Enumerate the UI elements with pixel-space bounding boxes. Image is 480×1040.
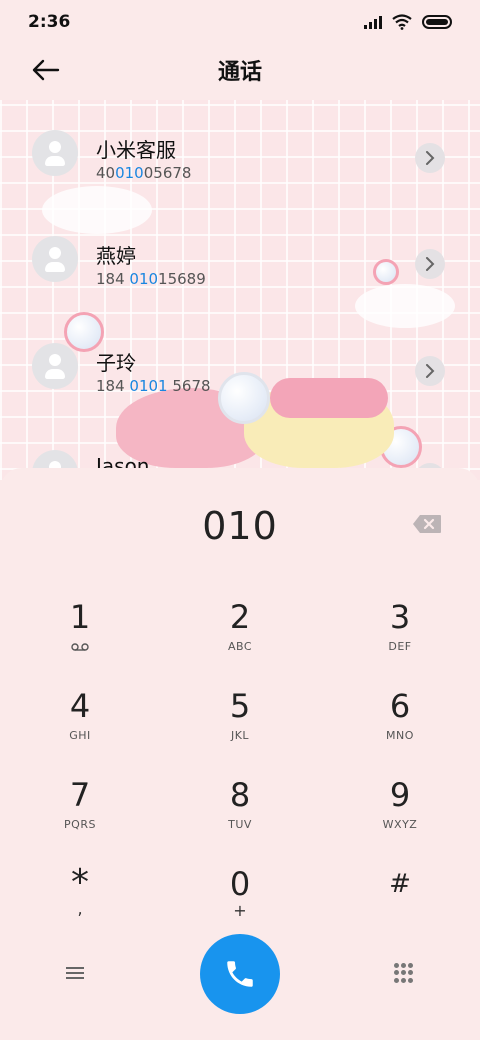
contact-row[interactable]: 燕婷 184 01015689 xyxy=(0,206,480,312)
app-header: 通话 xyxy=(0,44,480,96)
key-letters: ABC xyxy=(227,640,253,653)
key-letters: + xyxy=(233,901,247,920)
key-letters: DEF xyxy=(388,640,412,653)
key-8[interactable]: 8 TUV xyxy=(170,776,310,856)
call-button[interactable] xyxy=(200,934,280,1014)
key-letters: TUV xyxy=(228,818,252,831)
key-digit: 9 xyxy=(389,776,411,814)
chevron-right-icon xyxy=(426,151,435,165)
battery-icon xyxy=(422,15,452,29)
status-time: 2:36 xyxy=(28,12,71,32)
contact-row[interactable]: Jason xyxy=(0,420,480,472)
key-digit: 2 xyxy=(229,598,251,636)
contact-suggestions: 小米客服 4001005678 燕婷 184 01015689 子玲 184 0… xyxy=(0,100,480,472)
key-digit: 7 xyxy=(69,776,91,814)
contact-detail-button[interactable] xyxy=(415,356,445,386)
menu-icon[interactable] xyxy=(66,964,90,984)
contact-number: 4001005678 xyxy=(96,164,192,182)
avatar xyxy=(32,130,78,176)
key-digit: 5 xyxy=(229,687,251,725)
status-icons xyxy=(364,14,452,30)
key-star[interactable]: * , xyxy=(10,865,150,945)
key-3[interactable]: 3 DEF xyxy=(330,598,470,678)
key-letters: WXYZ xyxy=(382,818,418,831)
contact-detail-button[interactable] xyxy=(415,249,445,279)
bottom-bar xyxy=(0,934,480,1014)
contact-name: 子玲 xyxy=(96,351,136,375)
key-letters: , xyxy=(77,899,83,918)
key-7[interactable]: 7 PQRS xyxy=(10,776,150,856)
status-bar: 2:36 xyxy=(0,0,480,44)
phone-icon xyxy=(227,961,253,987)
key-0[interactable]: 0 + xyxy=(170,865,310,945)
key-hash[interactable]: # xyxy=(330,865,470,945)
key-digit: 1 xyxy=(69,598,91,636)
contact-name: 小米客服 xyxy=(96,138,176,162)
avatar xyxy=(32,343,78,389)
key-digit: 4 xyxy=(69,687,91,725)
contact-row[interactable]: 子玲 184 0101 5678 xyxy=(0,313,480,419)
chevron-right-icon xyxy=(426,364,435,378)
chevron-right-icon xyxy=(426,257,435,271)
contact-row[interactable]: 小米客服 4001005678 xyxy=(0,100,480,206)
key-2[interactable]: 2 ABC xyxy=(170,598,310,678)
contact-number: 184 0101 5678 xyxy=(96,377,211,395)
key-5[interactable]: 5 JKL xyxy=(170,687,310,767)
contact-detail-button[interactable] xyxy=(415,143,445,173)
dialed-number: 010 xyxy=(202,504,278,548)
key-digit: 0 xyxy=(229,865,251,903)
key-digit: 3 xyxy=(389,598,411,636)
signal-icon xyxy=(364,15,382,29)
arrow-left-icon xyxy=(32,59,60,81)
key-digit: # xyxy=(389,869,411,899)
key-letters: MNO xyxy=(386,729,414,742)
key-9[interactable]: 9 WXYZ xyxy=(330,776,470,856)
contact-name: 燕婷 xyxy=(96,244,136,268)
page-title: 通话 xyxy=(217,60,262,85)
key-1[interactable]: 1 xyxy=(10,598,150,678)
dial-panel: 010 1 2 ABC 3 DEF 4 GHI 5 JKL 6 MNO 7 PQ… xyxy=(0,468,480,1040)
wifi-icon xyxy=(392,14,412,30)
key-6[interactable]: 6 MNO xyxy=(330,687,470,767)
avatar xyxy=(32,236,78,282)
key-letters: GHI xyxy=(69,729,91,742)
contact-number: 184 01015689 xyxy=(96,270,206,288)
key-letters: PQRS xyxy=(64,818,96,831)
key-digit: 8 xyxy=(229,776,251,814)
key-letters: JKL xyxy=(230,729,250,742)
backspace-icon[interactable] xyxy=(412,514,442,534)
key-digit: * xyxy=(71,862,89,903)
key-digit: 6 xyxy=(389,687,411,725)
voicemail-icon xyxy=(71,643,89,651)
back-button[interactable] xyxy=(30,54,62,86)
keypad-icon[interactable] xyxy=(393,963,413,983)
key-4[interactable]: 4 GHI xyxy=(10,687,150,767)
